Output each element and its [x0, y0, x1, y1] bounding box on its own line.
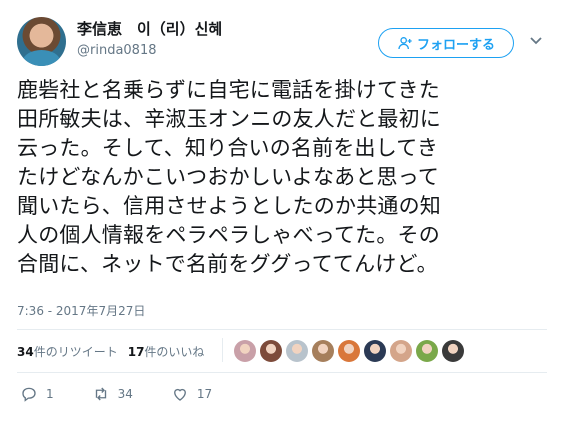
divider — [17, 372, 547, 373]
liker-avatar[interactable] — [442, 340, 464, 362]
like-count: 17 — [196, 387, 213, 401]
liker-avatar[interactable] — [390, 340, 412, 362]
like-stat[interactable]: 17件のいいね — [128, 343, 205, 360]
like-stat-count: 17 — [127, 345, 145, 359]
tweet-actions: 1 34 17 — [20, 385, 250, 403]
retweet-stat[interactable]: 34件のリツイート — [17, 343, 118, 360]
tweet-line: 鹿砦社と名乗らずに自宅に電話を掛けてきた — [17, 78, 440, 102]
like-button[interactable]: 17 — [171, 385, 212, 403]
like-stat-label: 件のいいね — [144, 345, 205, 359]
liker-avatars — [234, 340, 464, 362]
liker-avatar[interactable] — [260, 340, 282, 362]
tweet-line: 合間に、ネットで名前をググっててんけど。 — [17, 252, 438, 276]
chevron-down-icon[interactable] — [529, 34, 543, 48]
liker-avatar[interactable] — [312, 340, 334, 362]
liker-avatar[interactable] — [364, 340, 386, 362]
heart-icon — [173, 388, 186, 401]
liker-avatar[interactable] — [286, 340, 308, 362]
tweet-timestamp[interactable]: 7:36 - 2017年7月27日 — [17, 302, 145, 319]
follow-button-label: フォローする — [416, 37, 495, 53]
liker-avatar[interactable] — [338, 340, 360, 362]
tweet-text: 鹿砦社と名乗らずに自宅に電話を掛けてきた 田所敏夫は、辛淑玉オンニの友人だと最初… — [17, 76, 552, 279]
author-avatar[interactable] — [17, 17, 66, 66]
tweet-line: たけどなんかこいつおかしいよなあと思って — [17, 165, 440, 189]
retweet-stat-label: 件のリツイート — [33, 345, 118, 359]
tweet-line: 人の個人情報をペラペラしゃべってた。その — [17, 223, 440, 247]
liker-avatar[interactable] — [234, 340, 256, 362]
retweet-count: 34 — [117, 387, 133, 401]
add-user-icon — [398, 37, 412, 50]
tweet-line: 田所敏夫は、辛淑玉オンニの友人だと最初に — [17, 107, 441, 131]
stats-separator — [222, 338, 223, 362]
retweet-stat-count: 34 — [17, 345, 34, 359]
retweet-icon — [95, 387, 106, 401]
avatar-shoulders — [23, 50, 60, 66]
retweet-button[interactable]: 34 — [92, 385, 133, 403]
author-name[interactable]: 李信恵 이（리）신혜 — [77, 18, 222, 39]
reply-count: 1 — [46, 387, 54, 401]
tweet-line: 聞いたら、信用させようとしたのか共通の知 — [17, 194, 441, 218]
reply-icon — [22, 387, 36, 402]
author-handle[interactable]: @rinda0818 — [77, 43, 157, 58]
reply-button[interactable]: 1 — [20, 385, 54, 403]
liker-avatar[interactable] — [416, 340, 438, 362]
engagement-stats: 34件のリツイート 17件のいいね — [17, 343, 204, 360]
divider — [17, 329, 547, 330]
tweet-line: 云った。そして、知り合いの名前を出してき — [17, 136, 439, 160]
follow-button[interactable]: フォローする — [378, 28, 514, 58]
